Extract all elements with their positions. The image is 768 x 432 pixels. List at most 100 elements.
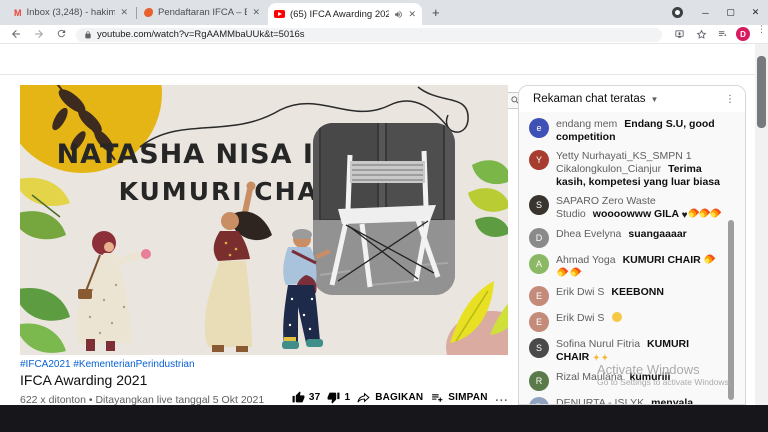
avatar[interactable]: D	[529, 228, 549, 248]
dislike-button[interactable]: 1	[327, 391, 350, 404]
like-count: 37	[309, 392, 321, 403]
window-maximize-button[interactable]: ▢	[718, 0, 743, 25]
chat-message: D Dhea Evelynasuangaaaar	[519, 228, 745, 248]
youtube-masthead: YouTube® ✕ 9+ D	[0, 44, 768, 75]
chat-author: Erik Dwi S	[556, 286, 604, 298]
browser-tab-strip: M Inbox (3,248) - hakimdaffa43@g ✕ Penda…	[0, 0, 768, 25]
thumb-up-icon	[292, 391, 305, 404]
avatar[interactable]: R	[529, 371, 549, 391]
chat-message: Y Yetty Nurhayati_KS_SMPN 1 Cikalongkulo…	[519, 150, 745, 189]
install-icon[interactable]	[674, 29, 685, 40]
chat-text: menyala	[651, 397, 693, 404]
new-tab-button[interactable]: +	[432, 5, 440, 20]
bookmark-star-icon[interactable]	[696, 29, 707, 40]
more-actions-button[interactable]: ...	[495, 388, 508, 406]
window-minimize-button[interactable]: ─	[693, 0, 718, 25]
emoji-fire	[709, 207, 722, 220]
video-thumbnail-art: NATASHA NISA ISLAMI KUMURI CHAIR	[20, 85, 508, 355]
emoji-fire	[555, 266, 568, 279]
avatar[interactable]: S	[529, 195, 549, 215]
chat-author: Dhea Evelyna	[556, 228, 621, 240]
address-bar[interactable]: youtube.com/watch?v=RgAAMMbaUUk&t=5016s	[76, 28, 662, 42]
chat-message: E Erik Dwi S KEEBONN	[519, 286, 745, 306]
chat-message: E Erik Dwi S	[519, 312, 745, 332]
page-scrollbar-thumb[interactable]	[757, 56, 766, 128]
chat-message: D DENURTA - ISI YK menyala	[519, 397, 745, 404]
chat-header: Rekaman chat teratas ▼ ⋮	[519, 86, 745, 113]
save-button[interactable]: SIMPAN	[430, 391, 487, 404]
video-player[interactable]: NATASHA NISA ISLAMI KUMURI CHAIR	[20, 85, 508, 355]
chat-author: Ahmad Yoga	[556, 254, 616, 266]
close-tab-icon[interactable]: ✕	[120, 8, 128, 17]
share-label: BAGIKAN	[375, 392, 423, 403]
tab-title: (65) IFCA Awarding 2021 - Y	[290, 9, 389, 20]
chevron-down-icon: ▼	[651, 95, 659, 104]
chat-menu-icon[interactable]: ⋮	[725, 98, 735, 101]
avatar[interactable]: E	[529, 286, 549, 306]
tab-pendaftaran-ifca[interactable]: Pendaftaran IFCA – BCIC IKM ✕	[138, 0, 266, 25]
avatar[interactable]: E	[529, 312, 549, 332]
chat-author: Erik Dwi S	[556, 312, 604, 324]
browser-menu-icon[interactable]: ⋮	[757, 27, 766, 31]
tab-gmail[interactable]: M Inbox (3,248) - hakimdaffa43@g ✕	[8, 0, 134, 25]
tab-audio-icon[interactable]	[394, 10, 403, 19]
chat-author: endang mem	[556, 118, 617, 130]
ifca-favicon	[144, 8, 153, 17]
secure-lock-icon	[84, 30, 92, 40]
thumb-down-icon	[327, 391, 340, 404]
screen: M Inbox (3,248) - hakimdaffa43@g ✕ Penda…	[0, 0, 768, 432]
chat-text: KEEBONN	[611, 286, 664, 298]
browser-toolbar: youtube.com/watch?v=RgAAMMbaUUk&t=5016s …	[0, 25, 768, 44]
emoji-heart: ♥	[682, 209, 688, 222]
dislike-count: 1	[344, 392, 350, 403]
save-label: SIMPAN	[448, 392, 487, 403]
reload-icon[interactable]	[56, 28, 67, 39]
avatar[interactable]: Y	[529, 150, 549, 170]
chat-text: woooowww GILA ♥	[593, 208, 721, 220]
youtube-favicon	[274, 10, 285, 18]
extension-icon[interactable]	[672, 7, 683, 18]
emoji-fire	[569, 266, 582, 279]
chat-message-list[interactable]: e endang memEndang S.U, good competition…	[519, 112, 745, 404]
chat-message: S SAPARO Zero Waste Studiowoooowww GILA …	[519, 195, 745, 222]
playlist-add-icon	[430, 391, 444, 404]
chat-message: S Sofina Nurul FitriaKUMURI CHAIR ✦✦	[519, 338, 745, 365]
like-button[interactable]: 37	[292, 391, 321, 404]
url-text: youtube.com/watch?v=RgAAMMbaUUk&t=5016s	[97, 29, 305, 40]
avatar[interactable]: A	[529, 254, 549, 274]
window-close-button[interactable]: ✕	[743, 0, 768, 25]
close-tab-icon[interactable]: ✕	[408, 10, 416, 19]
emoji-hand	[612, 312, 622, 322]
gmail-favicon: M	[14, 8, 22, 18]
chat-author: DENURTA - ISI YK	[556, 397, 644, 404]
chair-photo	[313, 115, 455, 295]
browser-profile-avatar[interactable]: D	[736, 27, 750, 41]
video-title: IFCA Awarding 2021	[20, 372, 147, 388]
emoji-fire	[703, 253, 716, 266]
close-tab-icon[interactable]: ✕	[252, 8, 260, 17]
reading-list-icon[interactable]	[717, 29, 729, 40]
avatar[interactable]: D	[529, 397, 549, 404]
activate-windows-watermark: Activate Windows Go to Settings to activ…	[597, 362, 731, 387]
chat-message: e endang memEndang S.U, good competition	[519, 118, 745, 144]
tab-youtube-active[interactable]: (65) IFCA Awarding 2021 - Y ✕	[268, 3, 422, 25]
back-icon[interactable]	[10, 28, 22, 40]
chat-message: A Ahmad YogaKUMURI CHAIR	[519, 254, 745, 280]
tab-separator	[136, 7, 137, 19]
live-chat-panel: Rekaman chat teratas ▼ ⋮ e endang memEnd…	[518, 85, 746, 405]
share-icon	[357, 391, 371, 404]
emoji-fire	[698, 207, 711, 220]
share-button[interactable]: BAGIKAN	[357, 391, 423, 404]
chat-author: Sofina Nurul Fitria	[556, 338, 640, 350]
tab-title: Inbox (3,248) - hakimdaffa43@g	[27, 7, 116, 18]
chat-filter-dropdown[interactable]: Rekaman chat teratas	[533, 93, 646, 105]
tab-title: Pendaftaran IFCA – BCIC IKM	[158, 7, 247, 18]
chat-text	[611, 312, 623, 324]
windows-taskbar	[0, 405, 768, 432]
avatar[interactable]: e	[529, 118, 549, 138]
video-actions: 37 1 BAGIKAN SIMPAN ...	[260, 388, 508, 406]
video-hashtags[interactable]: #IFCA2021 #KementerianPerindustrian	[20, 359, 195, 370]
emoji-fire	[687, 207, 700, 220]
avatar[interactable]: S	[529, 338, 549, 358]
forward-icon[interactable]	[33, 28, 45, 40]
